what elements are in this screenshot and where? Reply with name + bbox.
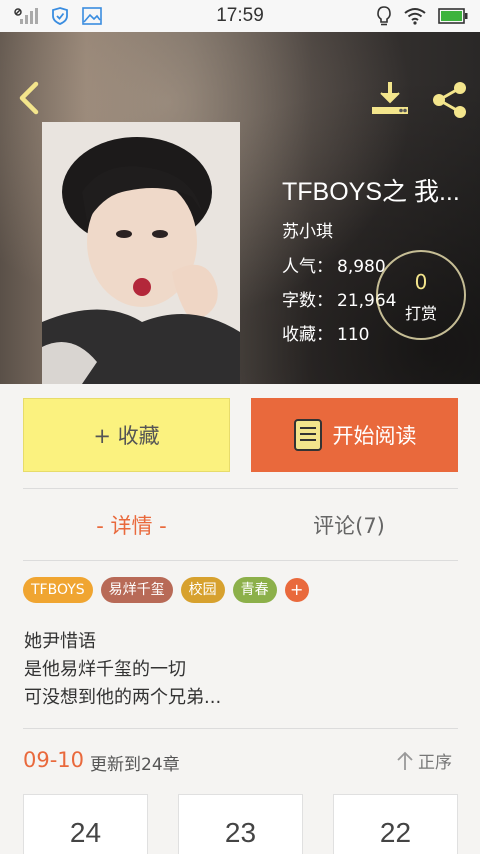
tag-chip[interactable]: 校园 [180, 577, 225, 603]
battery-icon [438, 8, 468, 28]
back-button[interactable] [14, 78, 44, 118]
download-icon [372, 82, 408, 114]
update-text: 更新到24章 [90, 755, 180, 775]
update-date: 09-10 [23, 748, 85, 772]
sort-order-button[interactable]: 正序 [396, 748, 452, 773]
book-header: TFBOYS之 我... 苏小琪 人气： 8,980 字数： 21,964 收藏： 1… [0, 32, 480, 384]
add-tag-button[interactable]: + [284, 578, 309, 602]
chapter-card[interactable]: 22 [333, 794, 458, 854]
wifi-icon [404, 7, 426, 29]
bulb-icon [376, 6, 392, 30]
description-line: 是他易烊千玺的一切 [24, 659, 186, 680]
stat-favorites: 收藏： 110 [282, 320, 369, 345]
book-icon [293, 419, 322, 451]
tip-label: 打赏 [404, 304, 437, 323]
divider [23, 488, 458, 489]
chapter-grid: 24 23 22 [23, 794, 458, 854]
author-name[interactable]: 苏小琪 [282, 217, 333, 242]
tab-details[interactable]: - 详情 - [23, 500, 240, 550]
arrow-up-icon [397, 751, 413, 770]
status-bar: 17:59 [0, 0, 480, 32]
stat-label: 字数： [282, 291, 333, 311]
tip-button[interactable]: 0 打赏 [376, 250, 466, 340]
divider [23, 728, 458, 729]
tag-chip[interactable]: TFBOYS [23, 577, 93, 603]
tab-details-label: - 详情 - [96, 514, 167, 538]
chevron-left-icon [19, 81, 39, 115]
start-reading-button[interactable]: 开始阅读 [251, 398, 458, 472]
share-icon [433, 82, 466, 118]
read-label: 开始阅读 [332, 424, 417, 448]
download-button[interactable] [370, 80, 410, 120]
tab-comments[interactable]: 评论(7) [240, 500, 458, 550]
stat-value: 110 [337, 325, 370, 345]
description-line: 她尹惜语 [24, 631, 96, 652]
share-button[interactable] [430, 80, 470, 120]
book-cover [42, 122, 240, 384]
stat-popularity: 人气： 8,980 [282, 252, 386, 277]
tag-list: TFBOYS 易烊千玺 校园 青春 + [23, 577, 309, 603]
sort-label: 正序 [418, 753, 452, 773]
stat-label: 收藏： [282, 325, 333, 345]
chapter-card[interactable]: 23 [178, 794, 303, 854]
chapter-card[interactable]: 24 [23, 794, 148, 854]
add-to-collection-button[interactable]: + 收藏 [23, 398, 230, 472]
description-line: 可没想到他的两个兄弟... [24, 687, 222, 708]
book-title: TFBOYS之 我... [282, 178, 460, 206]
tag-chip[interactable]: 青春 [232, 577, 277, 603]
tab-comments-label: 评论(7) [313, 514, 385, 538]
collect-label: + 收藏 [93, 424, 160, 448]
stat-label: 人气： [282, 257, 333, 277]
tag-chip[interactable]: 易烊千玺 [100, 577, 173, 603]
tip-count: 0 [414, 270, 428, 294]
divider [23, 560, 458, 561]
book-description[interactable]: 她尹惜语 是他易烊千玺的一切 可没想到他的两个兄弟... [24, 628, 221, 712]
